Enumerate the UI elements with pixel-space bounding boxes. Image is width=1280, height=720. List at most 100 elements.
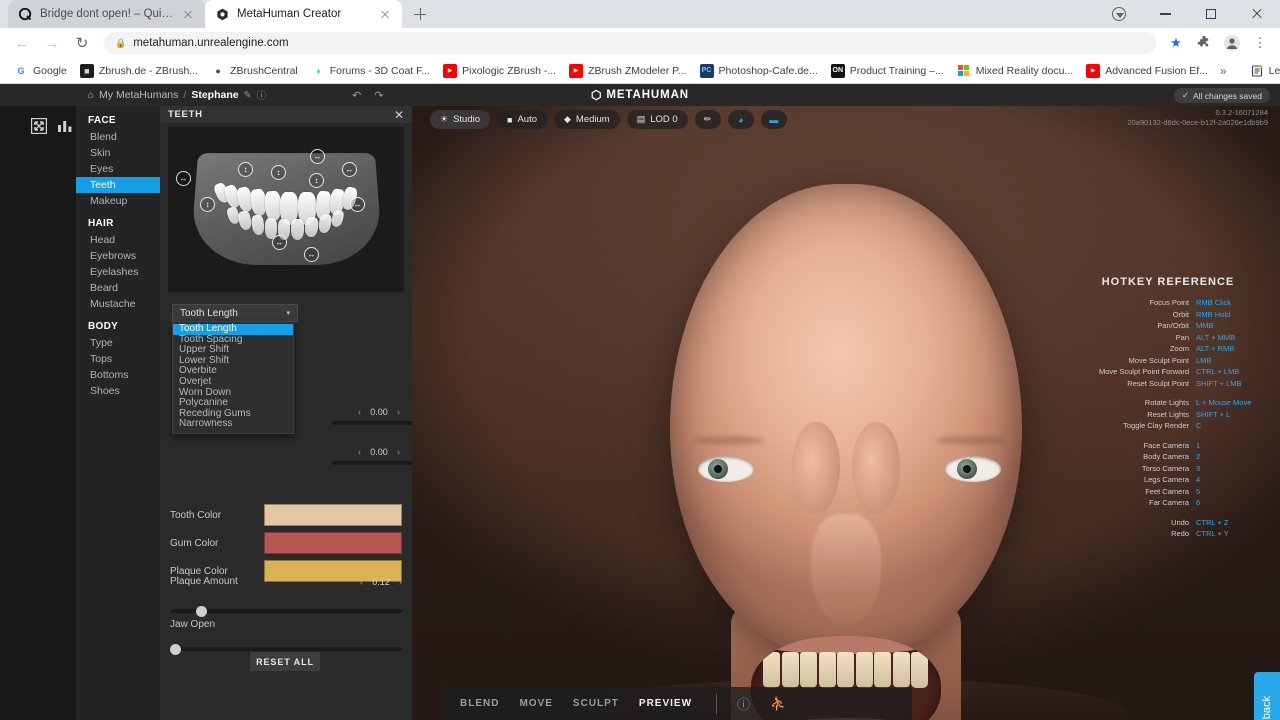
new-tab-button[interactable] <box>406 0 434 28</box>
spacer <box>1068 509 1268 517</box>
bookmarks-overflow-button[interactable]: » <box>1215 61 1232 81</box>
fullscreen-icon[interactable] <box>30 117 47 134</box>
bookmark-item[interactable]: ■ Zbrush.de - ZBrush... <box>74 61 204 81</box>
nav-item-eyelashes[interactable]: Eyelashes <box>76 264 160 280</box>
maximize-button[interactable] <box>1188 0 1234 28</box>
nav-item-bottoms[interactable]: Bottoms <box>76 367 160 383</box>
nav-item-skin[interactable]: Skin <box>76 145 160 161</box>
mode-blend[interactable]: BLEND <box>460 698 499 709</box>
nav-item-eyebrows[interactable]: Eyebrows <box>76 248 160 264</box>
profile-icon[interactable] <box>1220 31 1244 55</box>
detail-medium-button[interactable]: ◆ Medium <box>554 110 620 129</box>
browser-tab-quixel[interactable]: Bridge dont open! – Quixel <box>8 0 205 28</box>
jaw-open-slider[interactable] <box>170 647 402 651</box>
param-select[interactable]: Tooth Length ▾ Tooth Length Tooth Spacin… <box>172 304 298 322</box>
adjust-handle[interactable]: ↔ <box>272 235 287 250</box>
bookmark-item[interactable]: G Google <box>8 61 73 81</box>
bookmark-item[interactable]: ON Product Training –... <box>825 61 950 81</box>
nav-item-type[interactable]: Type <box>76 335 160 351</box>
option-tooth-length[interactable]: Tooth Length <box>173 324 293 335</box>
mode-preview[interactable]: PREVIEW <box>639 698 692 709</box>
bookmark-item[interactable]: ▶ Pixologic ZBrush -... <box>437 61 562 81</box>
option-overjet[interactable]: Overjet <box>173 377 293 388</box>
increment-icon[interactable]: › <box>397 447 400 457</box>
tooth-color-swatch[interactable] <box>264 504 402 526</box>
teeth-diagram[interactable]: ↔ ↕ ↕ ↕ ↕ ↔ ↔ ↔ ↔ ↔ <box>168 127 404 292</box>
background-tool-button[interactable]: ▬ <box>761 110 787 129</box>
forward-button[interactable]: → <box>38 29 66 57</box>
adjust-handle[interactable]: ↕ <box>271 165 286 180</box>
bookmark-item[interactable]: PC Photoshop-Cafe.de... <box>694 61 824 81</box>
decrement-icon[interactable]: ‹ <box>358 447 361 457</box>
increment-icon[interactable]: › <box>397 407 400 417</box>
nav-item-head[interactable]: Head <box>76 232 160 248</box>
param-select-box[interactable]: Tooth Length ▾ <box>172 304 298 322</box>
adjust-handle[interactable]: ↕ <box>200 197 215 212</box>
adjust-handle[interactable]: ↕ <box>238 162 253 177</box>
nav-item-mustache[interactable]: Mustache <box>76 296 160 312</box>
close-icon[interactable]: ✕ <box>394 109 404 121</box>
hotkey-row: Toggle Clay RenderC <box>1068 420 1268 432</box>
decrement-icon[interactable]: ‹ <box>358 407 361 417</box>
nav-item-makeup[interactable]: Makeup <box>76 193 160 209</box>
bookmark-item[interactable]: Mixed Reality docu... <box>951 61 1079 81</box>
nav-item-shoes[interactable]: Shoes <box>76 383 160 399</box>
feedback-tab[interactable]: Feedback <box>1254 672 1280 720</box>
slider-track[interactable] <box>170 647 402 651</box>
lod-button[interactable]: ▤ LOD 0 <box>627 110 688 129</box>
bookmark-item[interactable]: ● ZBrushCentral <box>205 61 304 81</box>
nav-item-eyes[interactable]: Eyes <box>76 161 160 177</box>
extensions-icon[interactable] <box>1192 31 1216 55</box>
plaque-amount-slider[interactable] <box>170 609 402 613</box>
update-icon[interactable] <box>1096 0 1142 28</box>
lighting-preset-button[interactable]: ☀ Studio <box>430 110 490 129</box>
address-bar[interactable]: 🔒 metahuman.unrealengine.com <box>104 32 1156 54</box>
bookmark-star-icon[interactable]: ★ <box>1164 31 1188 55</box>
adjust-handle[interactable]: ↔ <box>310 149 325 164</box>
nav-item-teeth[interactable]: Teeth <box>76 177 160 193</box>
nav-item-beard[interactable]: Beard <box>76 280 160 296</box>
option-narrowness[interactable]: Narrowness <box>173 419 293 430</box>
levels-icon[interactable] <box>56 117 73 134</box>
nav-item-blend[interactable]: Blend <box>76 129 160 145</box>
adjust-handle[interactable]: ↔ <box>342 162 357 177</box>
bookmark-item[interactable]: ▶ Advanced Fusion Ef... <box>1080 61 1214 81</box>
back-button[interactable]: ← <box>8 29 36 57</box>
reload-button[interactable]: ↻ <box>68 29 96 57</box>
pose-icon[interactable]: ⛹ <box>770 696 786 712</box>
quality-auto-label: Auto <box>517 114 537 125</box>
bookmark-item[interactable]: ▶ ZBrush ZModeler P... <box>563 61 692 81</box>
minimize-button[interactable] <box>1142 0 1188 28</box>
adjust-handle[interactable]: ↔ <box>304 247 319 262</box>
decrement-icon[interactable]: ‹ <box>360 577 363 587</box>
reading-list-button[interactable]: Leseliste <box>1244 61 1280 81</box>
gum-color-label: Gum Color <box>170 538 264 549</box>
slider-knob[interactable] <box>170 644 181 655</box>
browser-tab-metahuman[interactable]: MetaHuman Creator <box>205 0 402 28</box>
bookmark-item[interactable]: ◑ Forums - 3D Coat F... <box>305 61 436 81</box>
gum-color-swatch[interactable] <box>264 532 402 554</box>
adjust-handle[interactable]: ↕ <box>309 173 324 188</box>
slider-track[interactable] <box>170 609 402 613</box>
quality-auto-button[interactable]: ■ Auto <box>497 110 547 129</box>
adjust-handle[interactable]: ↔ <box>350 197 365 212</box>
browser-menu-button[interactable]: ⋮ <box>1248 31 1272 55</box>
tooth <box>291 219 304 240</box>
mode-sculpt[interactable]: SCULPT <box>573 698 619 709</box>
brush-tool-button[interactable]: ✏ <box>695 110 721 129</box>
param-select-options[interactable]: Tooth Length Tooth Spacing Upper Shift L… <box>172 322 294 434</box>
metahuman-head[interactable] <box>670 184 1022 654</box>
nav-item-tops[interactable]: Tops <box>76 351 160 367</box>
increment-icon[interactable]: › <box>399 577 402 587</box>
3d-viewport[interactable]: ☀ Studio ■ Auto ◆ Medium ▤ LOD 0 ✏ ◕ <box>412 106 1280 720</box>
close-window-button[interactable] <box>1234 0 1280 28</box>
plaque-amount-value: 0.12 <box>368 577 394 587</box>
close-icon[interactable] <box>181 7 195 21</box>
hotkey-value: SHIFT + LMB <box>1196 378 1268 390</box>
reset-all-button[interactable]: RESET ALL <box>250 652 320 671</box>
close-icon[interactable] <box>378 7 392 21</box>
adjust-handle[interactable]: ↔ <box>176 171 191 186</box>
mode-move[interactable]: MOVE <box>519 698 552 709</box>
lighting-tool-button[interactable]: ◕ <box>728 110 754 129</box>
info-icon[interactable]: ⓘ <box>737 694 750 713</box>
